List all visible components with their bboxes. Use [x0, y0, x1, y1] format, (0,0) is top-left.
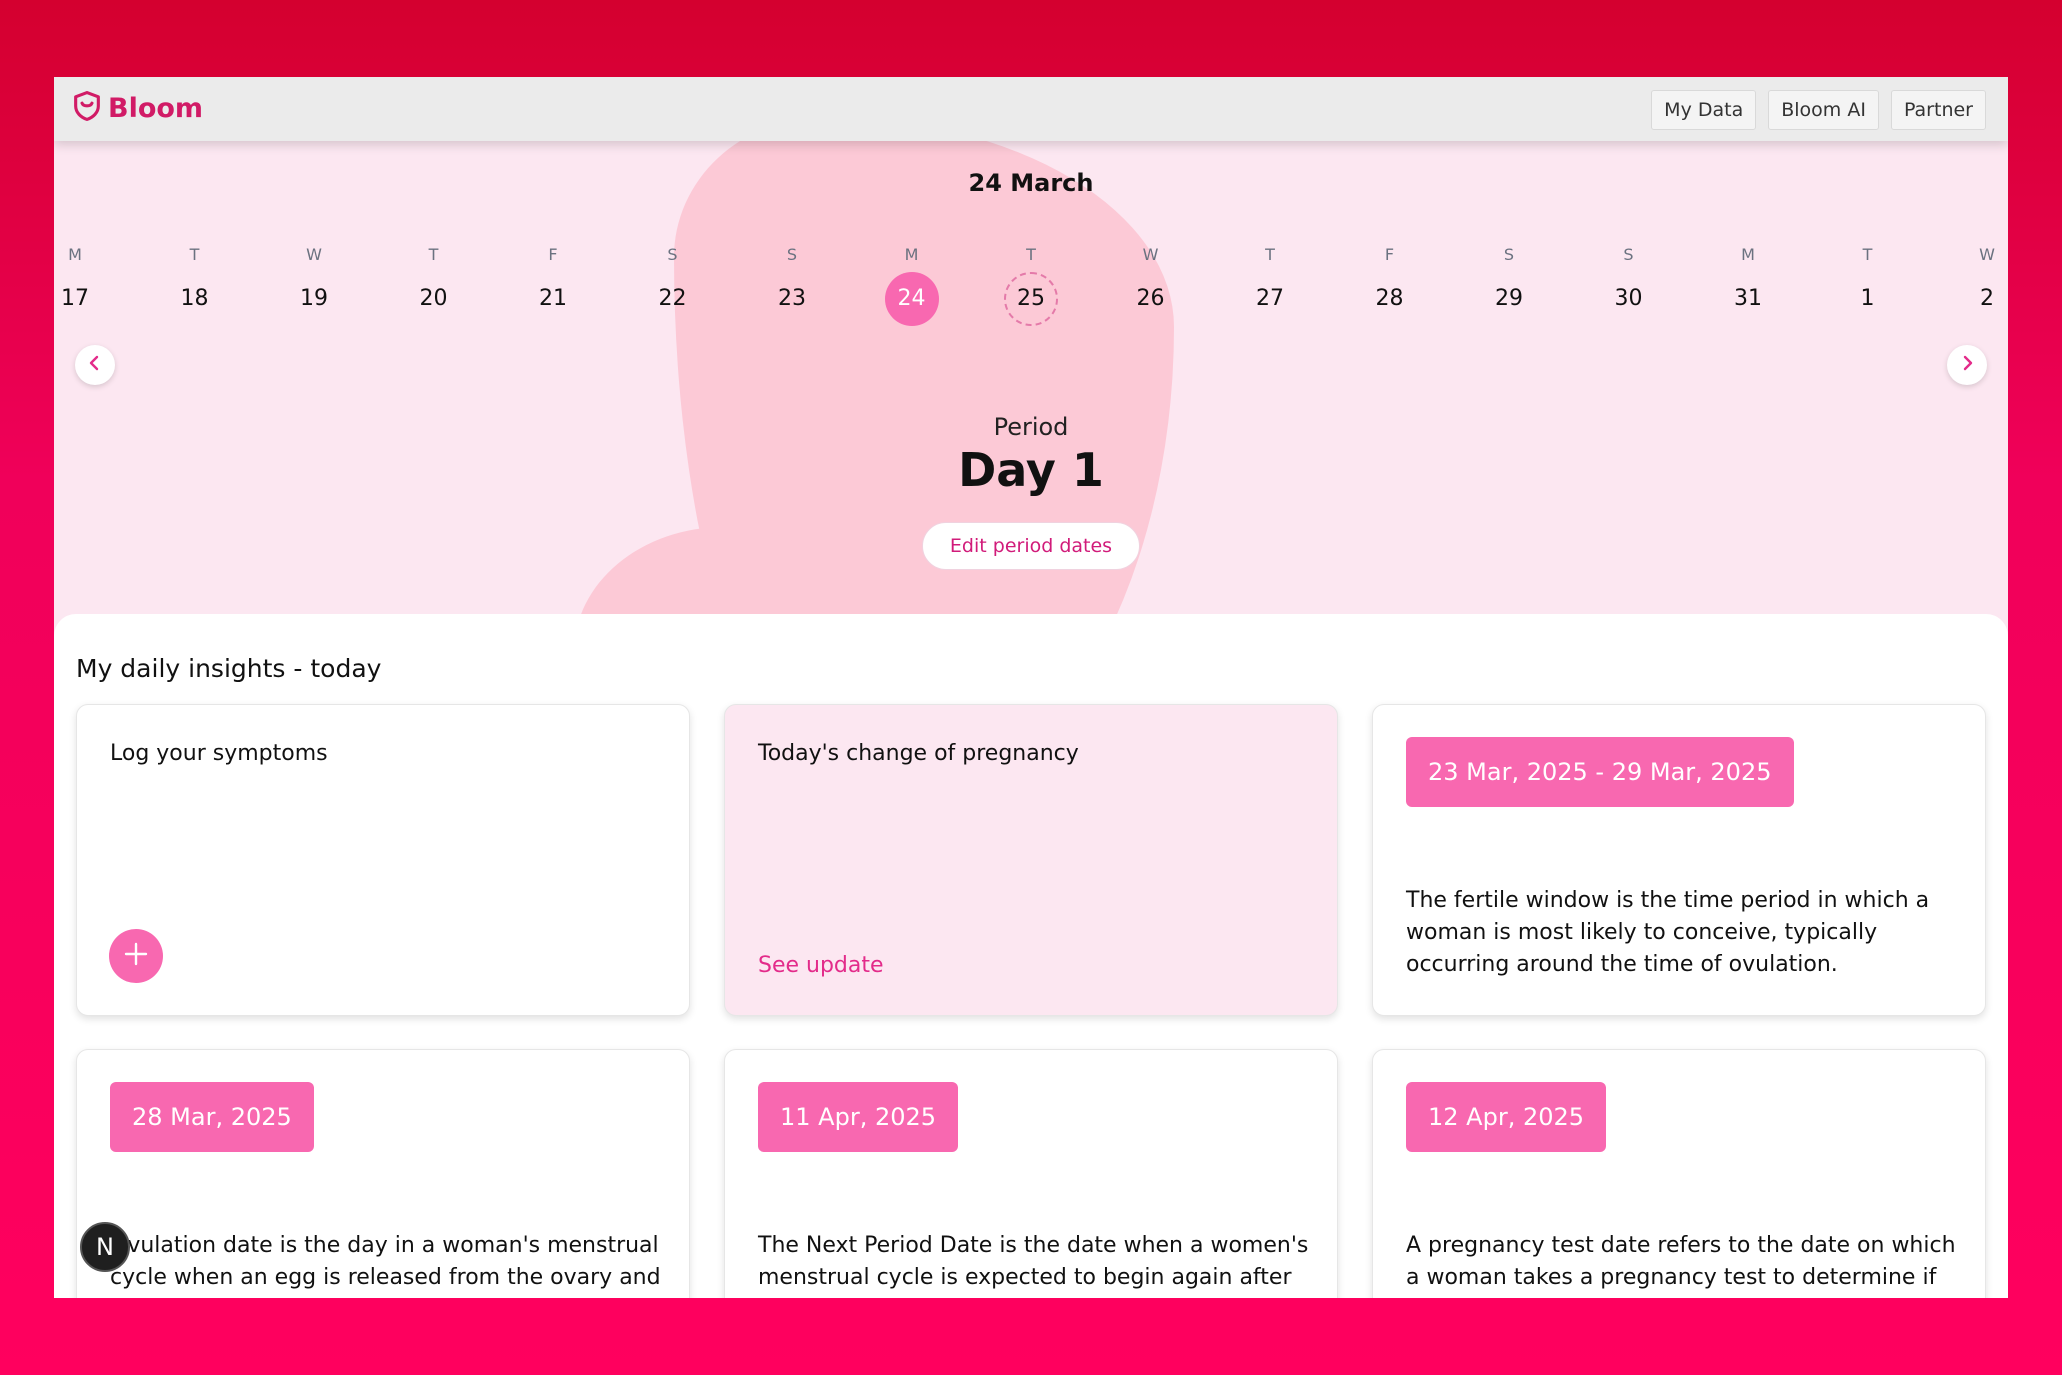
weekday-letter: T — [1026, 245, 1036, 264]
card-title: Log your symptoms — [110, 741, 328, 766]
day-number: 19 — [300, 286, 328, 311]
ovulation-card[interactable]: 28 Mar, 2025 Ovulation date is the day i… — [76, 1049, 690, 1298]
calendar-day[interactable]: M 17 — [54, 245, 105, 326]
weekday-letter: S — [786, 245, 798, 264]
brand-name: Bloom — [108, 92, 204, 124]
next-period-card[interactable]: 11 Apr, 2025 The Next Period Date is the… — [724, 1049, 1338, 1298]
card-description: The Next Period Date is the date when a … — [758, 1233, 1309, 1298]
day-number: 24 — [884, 272, 939, 326]
day-number: 25 — [1004, 272, 1058, 326]
plus-icon — [123, 941, 149, 971]
app-window: Bloom My Data Bloom AI Partner 24 March … — [54, 77, 2008, 1298]
weekday-letter: S — [667, 245, 678, 264]
insights-panel: My daily insights - today Log your sympt… — [54, 614, 2008, 1298]
day-number: 31 — [1734, 286, 1762, 311]
see-update-link[interactable]: See update — [758, 953, 884, 978]
day-number: 30 — [1614, 286, 1643, 311]
weekday-letter: T — [189, 245, 200, 264]
calendar-day[interactable]: T 25 — [1001, 245, 1061, 326]
chevron-left-icon — [85, 353, 105, 377]
weekday-letter: F — [1384, 245, 1395, 264]
selected-date-title: 24 March — [968, 169, 1094, 197]
day-number: 17 — [61, 286, 89, 311]
calendar-day[interactable]: F 21 — [523, 245, 583, 326]
calendar-day[interactable]: S 23 — [762, 245, 822, 326]
weekday-letter: F — [548, 245, 558, 264]
period-label: Period — [993, 413, 1069, 441]
weekday-letter: T — [428, 245, 439, 264]
weekday-letter: W — [1979, 245, 1995, 264]
calendar-day[interactable]: W 26 — [1121, 245, 1181, 326]
calendar-day[interactable]: M 24 — [882, 245, 942, 326]
nav-menu: My Data Bloom AI Partner — [1651, 90, 1986, 130]
weekday-letter: T — [1265, 245, 1275, 264]
top-navbar: Bloom My Data Bloom AI Partner — [54, 77, 2008, 141]
day-number: 18 — [180, 286, 209, 311]
weekday-letter: M — [1741, 245, 1755, 264]
chevron-right-icon — [1957, 353, 1977, 377]
floating-n-badge[interactable]: N — [80, 1222, 130, 1272]
nav-bloom-ai-button[interactable]: Bloom AI — [1768, 90, 1879, 130]
day-number: 28 — [1375, 286, 1404, 311]
period-day-counter: Day 1 — [958, 443, 1104, 497]
insights-title: My daily insights - today — [76, 654, 382, 683]
calendar-day[interactable]: M 31 — [1718, 245, 1778, 326]
weekday-letter: W — [306, 245, 322, 264]
date-badge: 28 Mar, 2025 — [110, 1082, 314, 1152]
weekday-letter: S — [1623, 245, 1634, 264]
pregnancy-test-card[interactable]: 12 Apr, 2025 A pregnancy test date refer… — [1372, 1049, 1986, 1298]
card-description: The fertile window is the time period in… — [1406, 888, 1930, 977]
weekday-letter: M — [68, 245, 82, 264]
add-symptom-button[interactable] — [109, 929, 163, 983]
fertile-window-card[interactable]: 23 Mar, 2025 - 29 Mar, 2025 The fertile … — [1372, 704, 1986, 1016]
day-number: 29 — [1495, 286, 1523, 311]
week-strip: M 17 T 18 W 19 T 20 F 21 S 22 S 23 M 24 T 25 W 26 T 27 F 28 S 29 S… — [54, 245, 2008, 345]
prev-week-button[interactable] — [75, 345, 115, 385]
day-number: 26 — [1136, 286, 1165, 311]
day-number: 27 — [1256, 286, 1284, 311]
day-number: 1 — [1860, 286, 1875, 311]
weekday-letter: S — [1503, 245, 1515, 264]
weekday-letter: W — [1142, 245, 1159, 264]
shield-logo-icon — [70, 89, 104, 127]
brand-logo[interactable]: Bloom — [70, 89, 203, 127]
date-badge: 11 Apr, 2025 — [758, 1082, 959, 1152]
calendar-day[interactable]: T 27 — [1240, 245, 1300, 326]
card-description: A pregnancy test date refers to the date… — [1406, 1233, 1956, 1298]
card-title: Today's change of pregnancy — [758, 741, 1079, 766]
date-badge: 12 Apr, 2025 — [1406, 1082, 1607, 1152]
calendar-day[interactable]: T1 — [1838, 245, 1898, 326]
log-symptoms-card[interactable]: Log your symptoms — [76, 704, 690, 1016]
calendar-day[interactable]: W2 — [1957, 245, 2008, 326]
nav-my-data-button[interactable]: My Data — [1651, 90, 1757, 130]
weekday-letter: M — [904, 245, 919, 264]
calendar-day[interactable]: S 29 — [1479, 245, 1539, 326]
day-number: 23 — [778, 286, 806, 311]
calendar-day[interactable]: F 28 — [1360, 245, 1420, 326]
calendar-day[interactable]: S 30 — [1599, 245, 1659, 326]
weekday-letter: T — [1862, 245, 1873, 264]
day-number: 21 — [539, 286, 567, 311]
day-number: 20 — [419, 286, 448, 311]
date-range-badge: 23 Mar, 2025 - 29 Mar, 2025 — [1406, 737, 1794, 807]
day-number: 22 — [658, 286, 687, 311]
nav-partner-button[interactable]: Partner — [1890, 90, 1986, 130]
calendar-day[interactable]: S 22 — [643, 245, 703, 326]
day-number: 2 — [1980, 286, 1994, 311]
next-week-button[interactable] — [1947, 345, 1987, 385]
calendar-day[interactable]: W 19 — [284, 245, 344, 326]
card-description: Ovulation date is the day in a woman's m… — [110, 1233, 661, 1298]
edit-period-dates-button[interactable]: Edit period dates — [922, 522, 1140, 570]
calendar-day[interactable]: T 18 — [165, 245, 225, 326]
calendar-day[interactable]: T 20 — [404, 245, 464, 326]
pregnancy-chance-card[interactable]: Today's change of pregnancy See update — [724, 704, 1338, 1016]
